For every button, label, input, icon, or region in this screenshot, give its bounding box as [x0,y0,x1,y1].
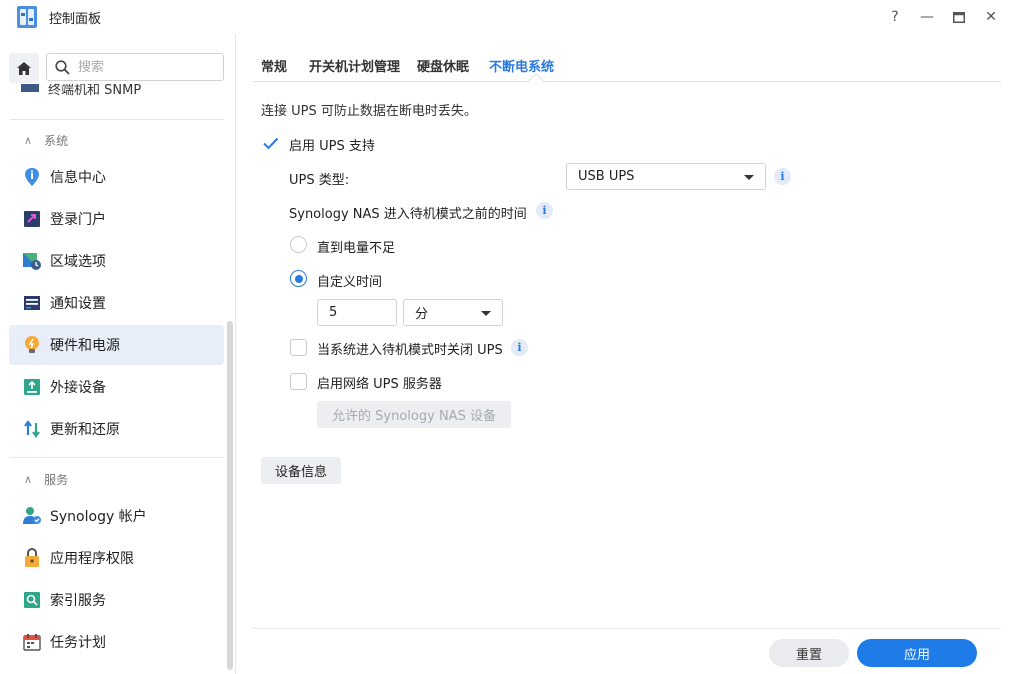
radio-custom-time-label: 自定义时间 [317,275,383,290]
sidebar-item-login-portal[interactable]: 登录门户 [9,199,224,239]
sidebar-item-label: 终端机和 SNMP [48,84,142,98]
dropdown-arrow-icon [481,311,491,316]
network-ups-server-checkbox[interactable] [290,373,307,390]
home-button[interactable] [9,53,39,83]
ups-type-info-icon[interactable]: i [774,168,791,185]
sidebar-item-indexing-service[interactable]: 索引服务 [9,580,224,620]
search-field[interactable] [46,53,224,81]
notification-icon [22,293,42,313]
apply-button[interactable]: 应用 [857,639,977,667]
network-ups-server-label: 启用网络 UPS 服务器 [317,377,442,392]
tab-ups[interactable]: 不断电系统 [489,56,554,75]
main-panel: 常规 开关机计划管理 硬盘休眠 不断电系统 连接 UPS 可防止数据在断电时丢失… [237,34,1015,674]
home-icon [17,61,31,75]
search-icon [55,59,70,75]
sidebar-item-external-devices[interactable]: 外接设备 [9,367,224,407]
control-panel-icon [17,6,37,28]
enable-ups-checkbox[interactable] [262,135,279,152]
section-header-system[interactable]: ∧ 系统 [24,132,68,149]
sidebar-item-task-scheduler[interactable]: 任务计划 [9,622,224,662]
indexing-service-icon [22,590,42,610]
chevron-up-icon: ∧ [24,134,33,147]
tab-bar: 常规 开关机计划管理 硬盘休眠 不断电系统 [253,34,1001,88]
time-unit-select[interactable]: 分 [403,299,503,326]
login-portal-icon [22,209,42,229]
help-button[interactable]: ? [885,6,905,28]
window-title: 控制面板 [49,12,102,27]
close-button[interactable]: ✕ [981,6,1001,28]
section-header-services[interactable]: ∧ 服务 [24,471,68,488]
chevron-up-icon: ∧ [24,473,33,486]
maximize-icon [953,11,965,23]
shutdown-ups-info-icon[interactable]: i [511,339,528,356]
sidebar-item-info-center[interactable]: 信息中心 [9,157,224,197]
tab-hdd-hibernation[interactable]: 硬盘休眠 [417,56,469,75]
sidebar-item-app-privileges[interactable]: 应用程序权限 [9,538,224,578]
custom-time-input[interactable]: 5 [317,299,397,326]
sidebar-item-synology-account[interactable]: Synology 帐户 [9,496,224,536]
synology-account-icon [22,506,42,526]
sidebar: 终端机和 SNMP ∧ 系统 信息中心 登录门户 区域选项 [0,34,236,674]
info-center-icon [22,167,42,187]
radio-custom-time[interactable] [290,270,307,287]
sidebar-item-update-restore[interactable]: 更新和还原 [9,409,224,449]
maximize-button[interactable] [949,6,969,28]
sidebar-item-hardware-power[interactable]: 硬件和电源 [9,325,224,365]
checkmark-icon [263,137,279,150]
sidebar-scrollbar[interactable] [227,321,233,670]
allowed-nas-devices-button[interactable]: 允许的 Synology NAS 设备 [317,401,511,428]
task-scheduler-icon [22,632,42,652]
ups-type-label: UPS 类型: [289,173,350,188]
sidebar-item-terminal-snmp[interactable]: 终端机和 SNMP [20,84,141,98]
divider [10,119,224,120]
external-devices-icon [22,377,42,397]
app-privileges-icon [22,548,42,568]
standby-time-info-icon[interactable]: i [536,202,553,219]
sidebar-item-regional-options[interactable]: 区域选项 [9,241,224,281]
reset-button[interactable]: 重置 [769,639,849,667]
active-tab-indicator [528,72,544,88]
ups-type-select[interactable]: USB UPS [566,163,766,190]
terminal-icon [21,84,39,92]
footer-divider [253,628,1001,629]
minimize-button[interactable]: — [917,6,937,28]
shutdown-ups-checkbox[interactable] [290,339,307,356]
regional-options-icon [22,251,42,271]
hardware-power-icon [22,335,42,355]
update-restore-icon [22,419,42,439]
radio-until-low-battery[interactable] [290,236,307,253]
enable-ups-label: 启用 UPS 支持 [289,139,375,154]
standby-time-label: Synology NAS 进入待机模式之前的时间 [289,207,527,222]
sidebar-item-notification[interactable]: 通知设置 [9,283,224,323]
tab-power-schedule[interactable]: 开关机计划管理 [309,56,400,75]
dropdown-arrow-icon [744,175,754,180]
device-info-button[interactable]: 设备信息 [261,457,341,484]
sidebar-nav: 终端机和 SNMP ∧ 系统 信息中心 登录门户 区域选项 通知设置 硬件和电源… [0,84,235,674]
search-input[interactable] [78,59,208,75]
ups-description: 连接 UPS 可防止数据在断电时丢失。 [261,104,477,119]
shutdown-ups-label: 当系统进入待机模式时关闭 UPS [317,343,503,358]
divider [10,457,224,458]
title-bar: 控制面板 ? — ✕ [0,0,1015,34]
tab-general[interactable]: 常规 [261,56,287,75]
radio-until-low-battery-label: 直到电量不足 [317,241,396,256]
